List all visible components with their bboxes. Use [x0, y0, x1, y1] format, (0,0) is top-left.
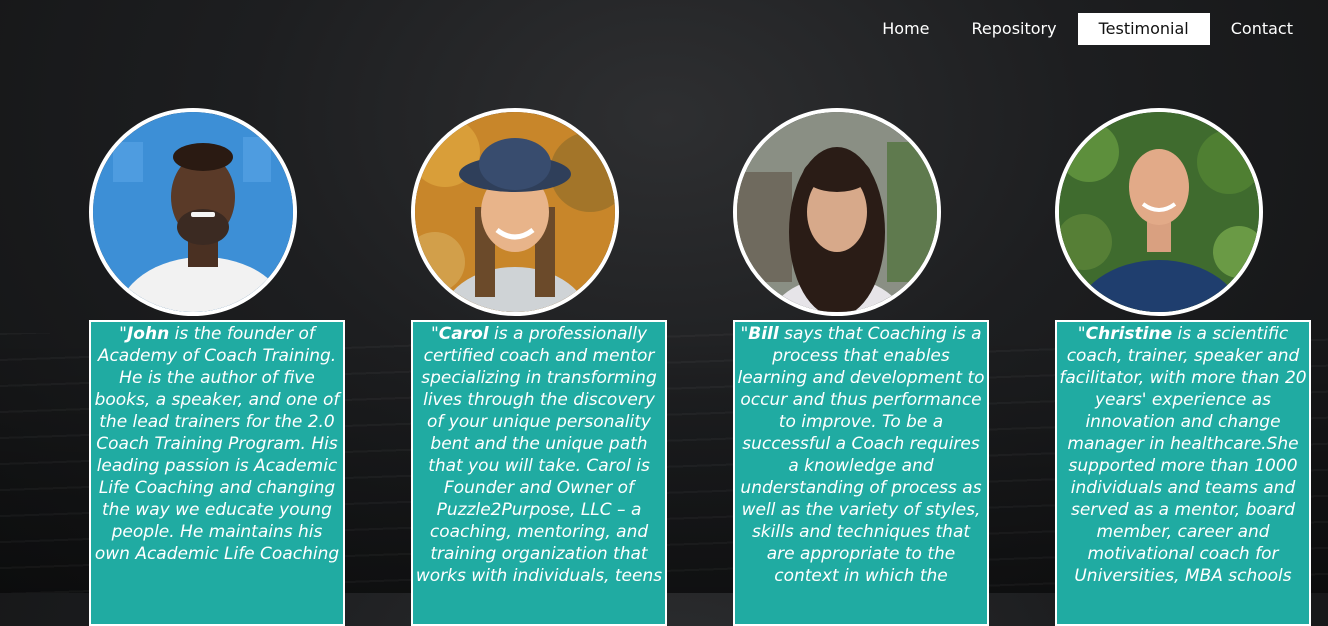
portrait-bill	[737, 112, 937, 312]
quote-john-name: John	[126, 324, 170, 344]
avatar-john	[89, 108, 297, 316]
quote-john-open: "	[119, 324, 127, 344]
portrait-christine	[1059, 112, 1259, 312]
quote-carol-name: Carol	[438, 324, 489, 344]
quote-john: "John is the founder of Academy of Coach…	[89, 320, 345, 626]
portrait-carol	[415, 112, 615, 312]
nav-repository[interactable]: Repository	[951, 13, 1078, 45]
quote-bill-text: says that Coaching is a process that ena…	[737, 324, 985, 586]
quote-bill: "Bill says that Coaching is a process th…	[733, 320, 989, 626]
quote-christine-open: "	[1077, 324, 1086, 344]
avatar-christine	[1055, 108, 1263, 316]
nav-contact[interactable]: Contact	[1210, 13, 1314, 45]
quote-christine-text: is a scientific coach, trainer, speaker …	[1059, 324, 1307, 586]
quote-christine: "Christine is a scientific coach, traine…	[1055, 320, 1311, 626]
top-navigation: Home Repository Testimonial Contact	[861, 13, 1314, 45]
avatar-carol	[411, 108, 619, 316]
quote-carol: "Carol is a professionally certified coa…	[411, 320, 667, 626]
nav-home[interactable]: Home	[861, 13, 950, 45]
quote-carol-text: is a professionally certified coach and …	[415, 324, 663, 586]
avatar-bill	[733, 108, 941, 316]
portrait-john	[93, 112, 293, 312]
quote-bill-name: Bill	[748, 324, 779, 344]
nav-testimonial[interactable]: Testimonial	[1077, 13, 1210, 45]
quote-john-text: is the founder of Academy of Coach Train…	[94, 324, 340, 564]
quote-carol-open: "	[430, 324, 439, 344]
quote-christine-name: Christine	[1085, 324, 1173, 344]
